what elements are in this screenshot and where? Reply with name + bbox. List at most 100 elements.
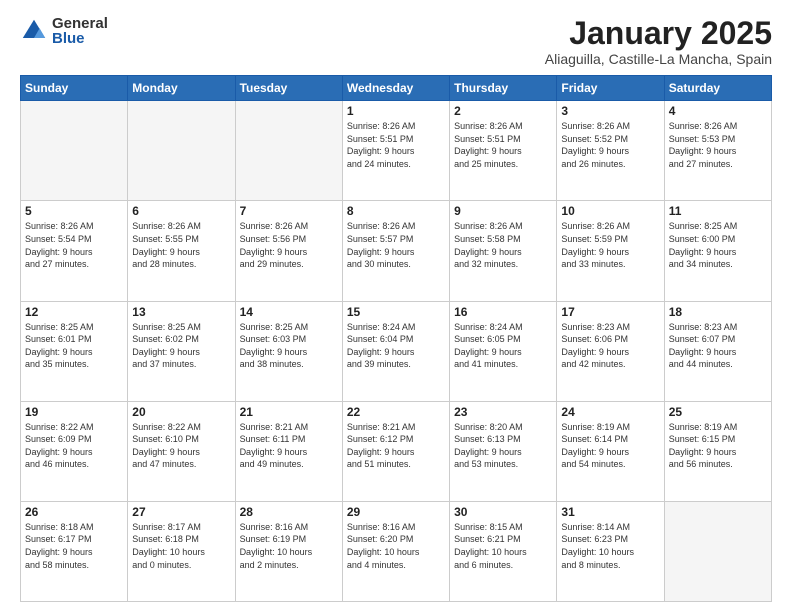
header: General Blue January 2025 Aliaguilla, Ca…	[20, 16, 772, 67]
day-number: 5	[25, 204, 123, 218]
day-info: Sunrise: 8:19 AM Sunset: 6:14 PM Dayligh…	[561, 421, 659, 471]
day-info: Sunrise: 8:23 AM Sunset: 6:07 PM Dayligh…	[669, 321, 767, 371]
day-number: 19	[25, 405, 123, 419]
table-row: 13 Sunrise: 8:25 AM Sunset: 6:02 PM Dayli…	[128, 301, 235, 401]
day-number: 17	[561, 305, 659, 319]
day-number: 11	[669, 204, 767, 218]
calendar-week-row: 1 Sunrise: 8:26 AM Sunset: 5:51 PM Daylig…	[21, 101, 772, 201]
day-number: 8	[347, 204, 445, 218]
page: General Blue January 2025 Aliaguilla, Ca…	[0, 0, 792, 612]
day-info: Sunrise: 8:20 AM Sunset: 6:13 PM Dayligh…	[454, 421, 552, 471]
title-block: January 2025 Aliaguilla, Castille-La Man…	[545, 16, 772, 67]
day-info: Sunrise: 8:14 AM Sunset: 6:23 PM Dayligh…	[561, 521, 659, 571]
day-number: 22	[347, 405, 445, 419]
day-info: Sunrise: 8:26 AM Sunset: 5:51 PM Dayligh…	[454, 120, 552, 170]
day-number: 24	[561, 405, 659, 419]
day-info: Sunrise: 8:21 AM Sunset: 6:12 PM Dayligh…	[347, 421, 445, 471]
table-row: 19Sunrise: 8:22 AM Sunset: 6:09 PM Dayli…	[21, 401, 128, 501]
table-row: 10 Sunrise: 8:26 AM Sunset: 5:59 PM Dayli…	[557, 201, 664, 301]
table-row: 3Sunrise: 8:26 AM Sunset: 5:52 PM Daylig…	[557, 101, 664, 201]
table-row: 17 Sunrise: 8:23 AM Sunset: 6:06 PM Dayli…	[557, 301, 664, 401]
table-row: 25 Sunrise: 8:19 AM Sunset: 6:15 PM Dayli…	[664, 401, 771, 501]
day-number: 31	[561, 505, 659, 519]
day-number: 21	[240, 405, 338, 419]
day-number: 13	[132, 305, 230, 319]
table-row	[21, 101, 128, 201]
day-number: 27	[132, 505, 230, 519]
day-number: 16	[454, 305, 552, 319]
day-info: Sunrise: 8:17 AM Sunset: 6:18 PM Dayligh…	[132, 521, 230, 571]
logo-icon	[20, 17, 48, 45]
day-number: 1	[347, 104, 445, 118]
day-number: 14	[240, 305, 338, 319]
table-row: 18 Sunrise: 8:23 AM Sunset: 6:07 PM Dayli…	[664, 301, 771, 401]
day-info: Sunrise: 8:23 AM Sunset: 6:06 PM Dayligh…	[561, 321, 659, 371]
day-number: 18	[669, 305, 767, 319]
table-row: 30Sunrise: 8:15 AM Sunset: 6:21 PM Dayli…	[450, 501, 557, 601]
table-row: 7Sunrise: 8:26 AM Sunset: 5:56 PM Daylig…	[235, 201, 342, 301]
table-row	[235, 101, 342, 201]
day-info: Sunrise: 8:24 AM Sunset: 6:04 PM Dayligh…	[347, 321, 445, 371]
day-info: Sunrise: 8:26 AM Sunset: 5:58 PM Dayligh…	[454, 220, 552, 270]
table-row: 29 Sunrise: 8:16 AM Sunset: 6:20 PM Dayli…	[342, 501, 449, 601]
day-info: Sunrise: 8:26 AM Sunset: 5:57 PM Dayligh…	[347, 220, 445, 270]
header-monday: Monday	[128, 76, 235, 101]
table-row: 16 Sunrise: 8:24 AM Sunset: 6:05 PM Dayli…	[450, 301, 557, 401]
table-row: 12Sunrise: 8:25 AM Sunset: 6:01 PM Dayli…	[21, 301, 128, 401]
logo: General Blue	[20, 16, 108, 46]
table-row	[664, 501, 771, 601]
logo-blue-text: Blue	[52, 31, 108, 46]
logo-general-text: General	[52, 16, 108, 31]
table-row: 15 Sunrise: 8:24 AM Sunset: 6:04 PM Dayli…	[342, 301, 449, 401]
day-info: Sunrise: 8:16 AM Sunset: 6:19 PM Dayligh…	[240, 521, 338, 571]
header-sunday: Sunday	[21, 76, 128, 101]
calendar-week-row: 19Sunrise: 8:22 AM Sunset: 6:09 PM Dayli…	[21, 401, 772, 501]
header-tuesday: Tuesday	[235, 76, 342, 101]
weekday-header-row: Sunday Monday Tuesday Wednesday Thursday…	[21, 76, 772, 101]
header-friday: Friday	[557, 76, 664, 101]
day-info: Sunrise: 8:26 AM Sunset: 5:55 PM Dayligh…	[132, 220, 230, 270]
calendar-title: January 2025	[545, 16, 772, 51]
table-row: 6Sunrise: 8:26 AM Sunset: 5:55 PM Daylig…	[128, 201, 235, 301]
day-info: Sunrise: 8:22 AM Sunset: 6:10 PM Dayligh…	[132, 421, 230, 471]
day-number: 23	[454, 405, 552, 419]
table-row: 2 Sunrise: 8:26 AM Sunset: 5:51 PM Daylig…	[450, 101, 557, 201]
day-info: Sunrise: 8:21 AM Sunset: 6:11 PM Dayligh…	[240, 421, 338, 471]
day-info: Sunrise: 8:18 AM Sunset: 6:17 PM Dayligh…	[25, 521, 123, 571]
table-row: 11 Sunrise: 8:25 AM Sunset: 6:00 PM Dayli…	[664, 201, 771, 301]
table-row: 20 Sunrise: 8:22 AM Sunset: 6:10 PM Dayli…	[128, 401, 235, 501]
table-row: 5Sunrise: 8:26 AM Sunset: 5:54 PM Daylig…	[21, 201, 128, 301]
table-row: 8 Sunrise: 8:26 AM Sunset: 5:57 PM Daylig…	[342, 201, 449, 301]
day-number: 15	[347, 305, 445, 319]
day-number: 20	[132, 405, 230, 419]
day-number: 25	[669, 405, 767, 419]
day-info: Sunrise: 8:25 AM Sunset: 6:02 PM Dayligh…	[132, 321, 230, 371]
day-number: 9	[454, 204, 552, 218]
day-info: Sunrise: 8:26 AM Sunset: 5:59 PM Dayligh…	[561, 220, 659, 270]
table-row: 21 Sunrise: 8:21 AM Sunset: 6:11 PM Dayli…	[235, 401, 342, 501]
day-number: 29	[347, 505, 445, 519]
day-info: Sunrise: 8:19 AM Sunset: 6:15 PM Dayligh…	[669, 421, 767, 471]
table-row: 27 Sunrise: 8:17 AM Sunset: 6:18 PM Dayli…	[128, 501, 235, 601]
day-info: Sunrise: 8:16 AM Sunset: 6:20 PM Dayligh…	[347, 521, 445, 571]
table-row: 14 Sunrise: 8:25 AM Sunset: 6:03 PM Dayli…	[235, 301, 342, 401]
day-number: 3	[561, 104, 659, 118]
table-row: 31 Sunrise: 8:14 AM Sunset: 6:23 PM Dayli…	[557, 501, 664, 601]
table-row: 24 Sunrise: 8:19 AM Sunset: 6:14 PM Dayli…	[557, 401, 664, 501]
day-info: Sunrise: 8:26 AM Sunset: 5:51 PM Dayligh…	[347, 120, 445, 170]
table-row: 22 Sunrise: 8:21 AM Sunset: 6:12 PM Dayli…	[342, 401, 449, 501]
logo-text: General Blue	[52, 16, 108, 46]
day-number: 10	[561, 204, 659, 218]
day-number: 12	[25, 305, 123, 319]
day-info: Sunrise: 8:25 AM Sunset: 6:00 PM Dayligh…	[669, 220, 767, 270]
calendar-location: Aliaguilla, Castille-La Mancha, Spain	[545, 51, 772, 67]
day-number: 7	[240, 204, 338, 218]
table-row: 26Sunrise: 8:18 AM Sunset: 6:17 PM Dayli…	[21, 501, 128, 601]
table-row: 28 Sunrise: 8:16 AM Sunset: 6:19 PM Dayli…	[235, 501, 342, 601]
day-number: 28	[240, 505, 338, 519]
table-row: 4Sunrise: 8:26 AM Sunset: 5:53 PM Daylig…	[664, 101, 771, 201]
day-info: Sunrise: 8:25 AM Sunset: 6:03 PM Dayligh…	[240, 321, 338, 371]
day-info: Sunrise: 8:24 AM Sunset: 6:05 PM Dayligh…	[454, 321, 552, 371]
day-number: 2	[454, 104, 552, 118]
calendar-table: Sunday Monday Tuesday Wednesday Thursday…	[20, 75, 772, 602]
